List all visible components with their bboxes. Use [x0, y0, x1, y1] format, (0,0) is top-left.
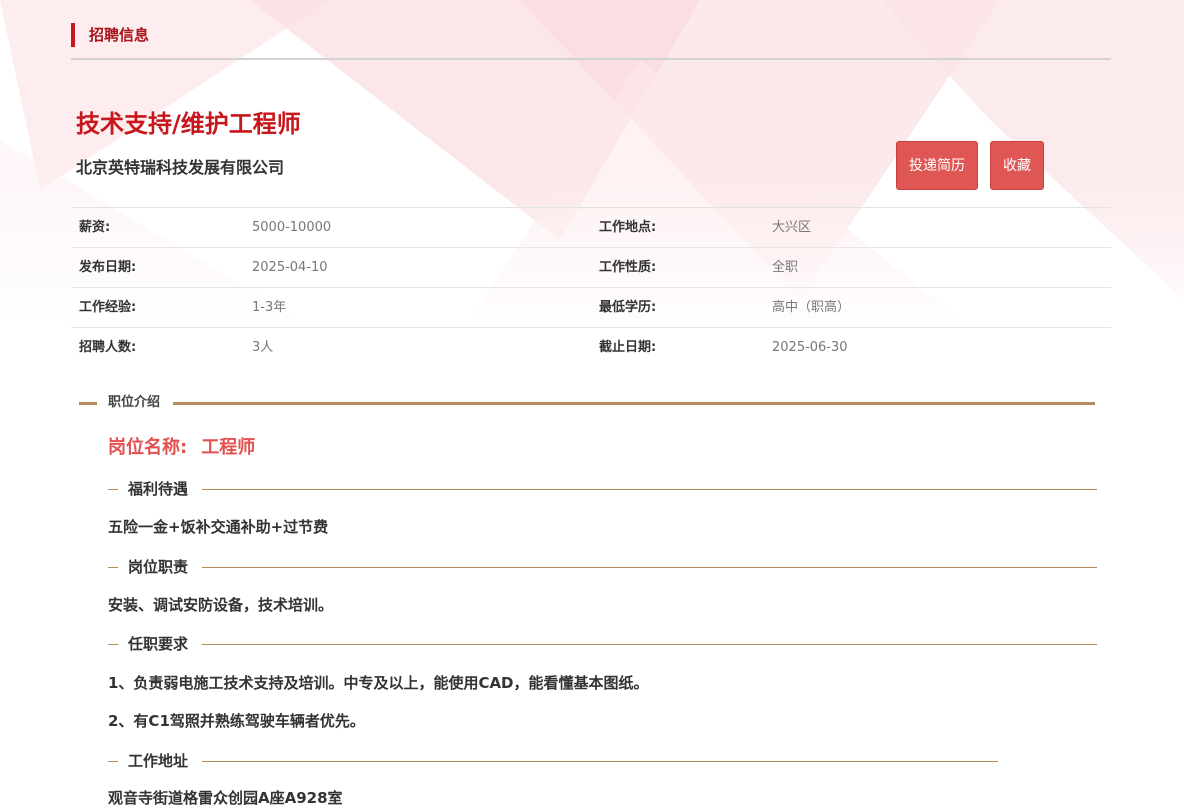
info-label: 工作经验:	[79, 300, 137, 315]
info-row: 招聘人数: 3人 截止日期: 2025-06-30	[71, 328, 1111, 368]
info-label: 发布日期:	[79, 260, 137, 275]
requirements-heading-label: 任职要求	[128, 635, 189, 653]
info-value: 2025-06-30	[772, 340, 848, 355]
section-title: 招聘信息	[89, 26, 150, 44]
apply-resume-button[interactable]: 投递简历	[896, 141, 978, 190]
info-value: 全职	[772, 260, 799, 275]
position-name-label: 岗位名称:	[108, 437, 188, 458]
duties-heading-label: 岗位职责	[128, 558, 189, 576]
duties-text: 安装、调试安防设备，技术培训。	[108, 596, 334, 614]
info-value: 3人	[252, 340, 274, 355]
section-marker	[71, 23, 75, 47]
address-heading-label: 工作地址	[128, 752, 189, 770]
info-row: 发布日期: 2025-04-10 工作性质: 全职	[71, 248, 1111, 288]
heading-rule-left	[79, 402, 97, 405]
duties-heading: 岗位职责	[108, 555, 1097, 579]
info-label: 工作性质:	[599, 260, 657, 275]
info-label: 截止日期:	[599, 340, 657, 355]
address-text: 观音寺街道格雷众创园A座A928室	[108, 789, 343, 807]
requirement-item: 2、有C1驾照并熟练驾驶车辆者优先。	[108, 712, 365, 730]
info-value: 高中（职高）	[772, 300, 851, 315]
benefits-text: 五险一金+饭补交通补助+过节费	[108, 518, 329, 536]
company-name: 北京英特瑞科技发展有限公司	[76, 158, 285, 177]
requirements-heading: 任职要求	[108, 632, 1097, 656]
position-name: 岗位名称: 工程师	[108, 434, 255, 462]
section-header: 招聘信息	[71, 22, 1111, 60]
job-title: 技术支持/维护工程师	[76, 110, 301, 138]
benefits-heading: 福利待遇	[108, 477, 1097, 501]
heading-rule-right	[173, 402, 1095, 405]
requirement-item: 1、负责弱电施工技术支持及培训。中专及以上，能使用CAD，能看懂基本图纸。	[108, 674, 649, 692]
info-label: 薪资:	[79, 220, 111, 235]
position-intro-label: 职位介绍	[108, 395, 161, 410]
info-label: 工作地点:	[599, 220, 657, 235]
info-row: 工作经验: 1-3年 最低学历: 高中（职高）	[71, 288, 1111, 328]
favorite-button[interactable]: 收藏	[990, 141, 1044, 190]
position-name-value: 工程师	[201, 437, 256, 458]
info-value: 大兴区	[772, 220, 812, 235]
info-label: 最低学历:	[599, 300, 657, 315]
info-row: 薪资: 5000-10000 工作地点: 大兴区	[71, 208, 1111, 248]
job-detail-page: 招聘信息 技术支持/维护工程师 北京英特瑞科技发展有限公司 投递简历 收藏 薪资…	[0, 0, 1184, 812]
info-value: 5000-10000	[252, 220, 332, 235]
info-value: 1-3年	[252, 300, 287, 315]
benefits-heading-label: 福利待遇	[128, 480, 189, 498]
address-heading: 工作地址	[108, 749, 998, 773]
info-value: 2025-04-10	[252, 260, 328, 275]
position-intro-heading: 职位介绍	[79, 392, 1095, 414]
info-label: 招聘人数:	[79, 340, 137, 355]
job-info-table: 薪资: 5000-10000 工作地点: 大兴区 发布日期: 2025-04-1…	[71, 207, 1111, 368]
